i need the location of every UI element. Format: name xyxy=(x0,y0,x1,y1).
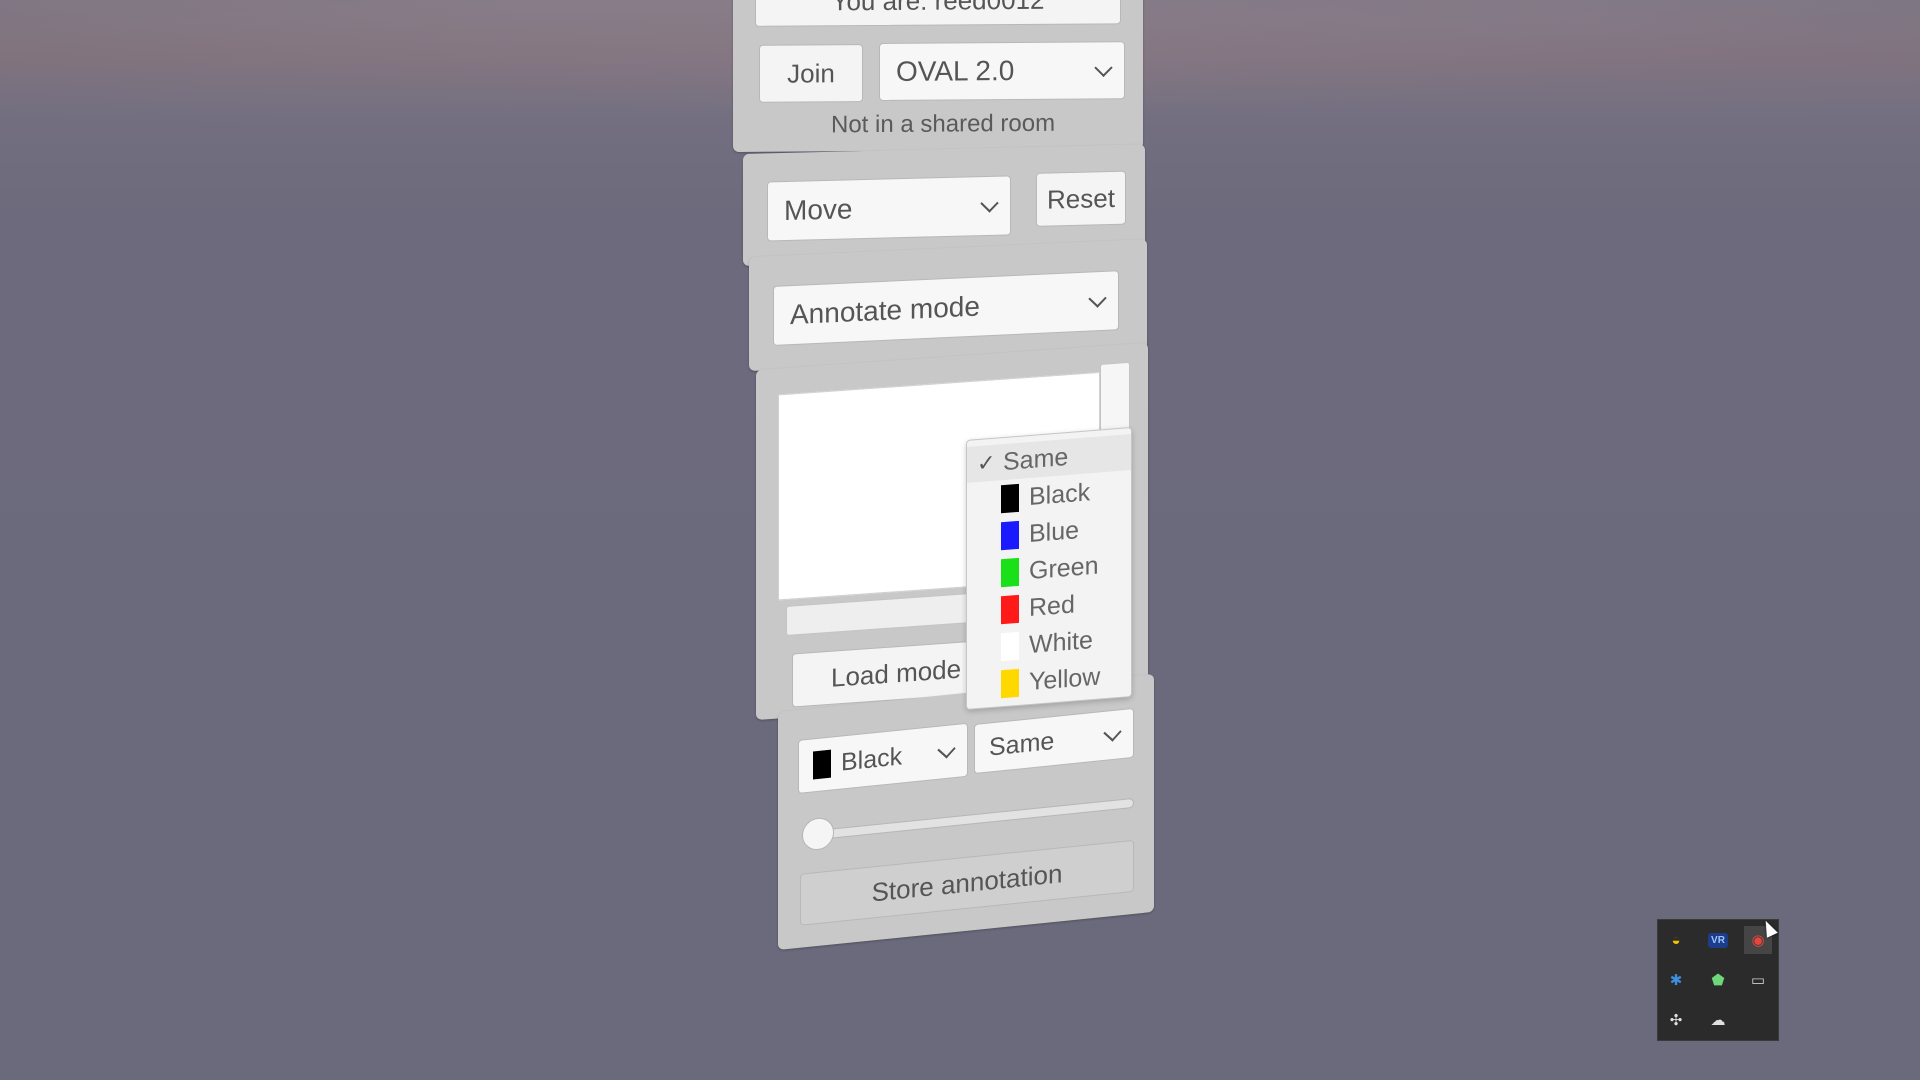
store-annotation-button[interactable]: Store annotation xyxy=(800,839,1134,926)
color-swatch-black xyxy=(1001,483,1019,514)
room-select[interactable]: OVAL 2.0 xyxy=(879,41,1125,101)
load-model-label: Load mode xyxy=(831,653,962,693)
brush-size-slider-thumb[interactable] xyxy=(802,816,834,852)
room-panel: You are: reed0012 Join OVAL 2.0 Not in a… xyxy=(733,0,1143,152)
user-name-field: You are: reed0012 xyxy=(755,0,1121,27)
color-swatch-red xyxy=(1001,594,1019,625)
bluetooth-icon[interactable]: ✱ xyxy=(1662,966,1690,994)
chevron-down-icon xyxy=(1094,58,1113,78)
secondary-color-select[interactable]: Same xyxy=(974,707,1134,775)
secondary-color-value: Same xyxy=(989,726,1055,762)
room-status-text: Not in a shared room xyxy=(831,109,1056,139)
slack-icon[interactable]: ✣ xyxy=(1662,1006,1690,1034)
headset-icon[interactable]: ◒ xyxy=(1662,926,1690,954)
display-icon[interactable]: ▭ xyxy=(1744,966,1772,994)
join-button[interactable]: Join xyxy=(759,44,863,103)
transform-mode-select[interactable]: Move xyxy=(767,175,1011,242)
color-swatch-yellow xyxy=(1001,668,1019,699)
checkmark-icon: ✓ xyxy=(977,449,996,477)
color-swatch-white xyxy=(1001,631,1019,662)
interaction-mode-select[interactable]: Annotate mode xyxy=(773,270,1119,346)
chevron-down-icon xyxy=(980,194,999,213)
chevron-down-icon xyxy=(1103,723,1122,742)
interaction-mode-value: Annotate mode xyxy=(790,290,980,331)
system-tray-overflow: ◒ VR ◉ ✱ ⬟ ▭ ✣ ☁ xyxy=(1658,920,1778,1040)
vr-icon[interactable]: VR xyxy=(1704,926,1732,954)
transform-mode-value: Move xyxy=(784,193,853,226)
user-name-text: You are: reed0012 xyxy=(831,0,1045,17)
room-select-value: OVAL 2.0 xyxy=(896,55,1015,87)
color-swatch-black xyxy=(813,749,831,780)
model-list-scrollbar[interactable] xyxy=(1100,361,1130,434)
annotation-color-value: Black xyxy=(841,741,903,777)
annotation-color-select[interactable]: Black xyxy=(798,722,968,794)
chevron-down-icon xyxy=(937,740,956,759)
annotation-panel: Black Same Store annotation xyxy=(778,673,1154,950)
color-swatch-green xyxy=(1001,557,1019,588)
brush-size-slider-track[interactable] xyxy=(808,797,1134,841)
color-swatch-blue xyxy=(1001,520,1019,551)
docker-icon[interactable]: ☁ xyxy=(1704,1006,1732,1034)
reset-button[interactable]: Reset xyxy=(1036,170,1126,227)
chevron-down-icon xyxy=(1088,289,1107,308)
shield-icon[interactable]: ⬟ xyxy=(1704,966,1732,994)
color-dropdown-menu: ✓ Same Black Blue Green Red White Yellow xyxy=(966,426,1132,710)
